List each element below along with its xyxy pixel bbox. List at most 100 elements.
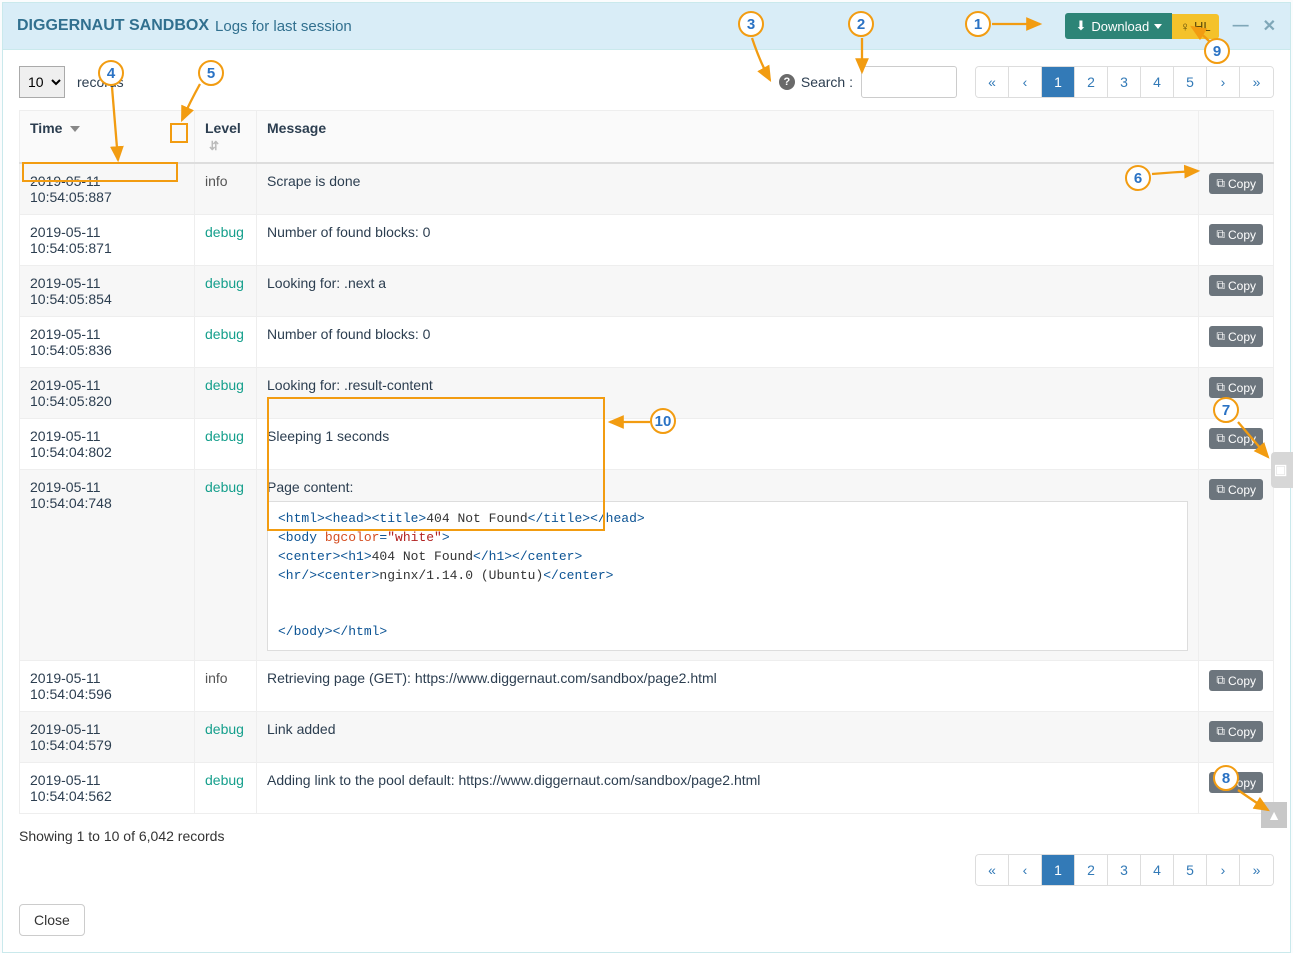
- cell-message: Scrape is done: [257, 163, 1199, 215]
- page-last[interactable]: »: [1240, 67, 1273, 97]
- page-prev[interactable]: ‹: [1009, 67, 1042, 97]
- page-next[interactable]: ›: [1207, 855, 1240, 885]
- side-handle[interactable]: ▣: [1271, 452, 1293, 488]
- page-2[interactable]: 2: [1075, 855, 1108, 885]
- copy-button[interactable]: ⧉ Copy: [1209, 275, 1263, 296]
- copy-button[interactable]: ⧉ Copy: [1209, 479, 1263, 500]
- copy-button[interactable]: ⧉ Copy: [1209, 428, 1263, 449]
- page-next[interactable]: ›: [1207, 67, 1240, 97]
- cell-message: Link added: [257, 712, 1199, 763]
- annotation-3: 3: [738, 11, 764, 37]
- download-label: Download: [1091, 19, 1149, 34]
- copy-icon: ⧉: [1216, 724, 1225, 739]
- records-per-page-select[interactable]: 10: [19, 66, 65, 98]
- col-time[interactable]: Time: [20, 111, 195, 164]
- annotation-7: 7: [1213, 397, 1239, 423]
- app-subtitle: Logs for last session: [215, 18, 352, 35]
- annotation-6: 6: [1125, 165, 1151, 191]
- copy-button[interactable]: ⧉ Copy: [1209, 326, 1263, 347]
- page-3[interactable]: 3: [1108, 67, 1141, 97]
- annotation-2: 2: [848, 11, 874, 37]
- cell-message: Adding link to the pool default: https:/…: [257, 763, 1199, 814]
- minimize-icon[interactable]: —: [1233, 17, 1249, 35]
- cell-time: 2019-05-11 10:54:05:820: [20, 368, 195, 419]
- annotation-9: 9: [1204, 38, 1230, 64]
- page-2[interactable]: 2: [1075, 67, 1108, 97]
- close-icon[interactable]: ✕: [1263, 16, 1276, 36]
- page-first[interactable]: «: [976, 67, 1009, 97]
- sort-icon: [209, 137, 219, 153]
- page-1[interactable]: 1: [1042, 855, 1075, 885]
- table-row: 2019-05-11 10:54:04:579debugLink added⧉ …: [20, 712, 1274, 763]
- bulb-icon: ♀: [1180, 19, 1190, 34]
- col-actions: [1199, 111, 1274, 164]
- panel-header: DIGGERNAUT SANDBOX Logs for last session…: [3, 3, 1290, 50]
- table-row: 2019-05-11 10:54:04:596infoRetrieving pa…: [20, 661, 1274, 712]
- col-message[interactable]: Message: [257, 111, 1199, 164]
- download-icon: ⬇: [1075, 18, 1086, 34]
- log-table: Time Level Message 2019-05-11 10:54:05:8…: [19, 110, 1274, 814]
- page-1[interactable]: 1: [1042, 67, 1075, 97]
- pagination-top: « ‹ 1 2 3 4 5 › »: [975, 66, 1274, 98]
- page-5[interactable]: 5: [1174, 855, 1207, 885]
- page-5[interactable]: 5: [1174, 67, 1207, 97]
- cell-level: info: [195, 163, 257, 215]
- table-row: 2019-05-11 10:54:05:820debugLooking for:…: [20, 368, 1274, 419]
- page-4[interactable]: 4: [1141, 67, 1174, 97]
- cell-message: Number of found blocks: 0: [257, 317, 1199, 368]
- copy-icon: ⧉: [1216, 380, 1225, 395]
- code-block: <html><head><title>404 Not Found</title>…: [267, 501, 1188, 651]
- table-row: 2019-05-11 10:54:04:562debugAdding link …: [20, 763, 1274, 814]
- cell-level: debug: [195, 317, 257, 368]
- search-label: Search :: [801, 74, 853, 90]
- chevron-down-icon: [1154, 24, 1162, 29]
- page-last[interactable]: »: [1240, 855, 1273, 885]
- cell-level: debug: [195, 368, 257, 419]
- hl-label: HL: [1194, 19, 1211, 34]
- download-button[interactable]: ⬇ Download: [1065, 13, 1172, 39]
- table-row: 2019-05-11 10:54:05:871debugNumber of fo…: [20, 215, 1274, 266]
- copy-icon: ⧉: [1216, 227, 1225, 242]
- help-icon[interactable]: ?: [779, 74, 795, 90]
- records-info: Showing 1 to 10 of 6,042 records: [19, 828, 1274, 844]
- cell-time: 2019-05-11 10:54:04:562: [20, 763, 195, 814]
- page-first[interactable]: «: [976, 855, 1009, 885]
- copy-button[interactable]: ⧉ Copy: [1209, 173, 1263, 194]
- page-4[interactable]: 4: [1141, 855, 1174, 885]
- page-prev[interactable]: ‹: [1009, 855, 1042, 885]
- annotation-5: 5: [198, 60, 224, 86]
- copy-icon: ⧉: [1216, 673, 1225, 688]
- highlight-button[interactable]: ♀ HL: [1172, 14, 1218, 39]
- cell-level: debug: [195, 419, 257, 470]
- scroll-top-button[interactable]: ▲: [1261, 802, 1287, 828]
- cell-time: 2019-05-11 10:54:04:802: [20, 419, 195, 470]
- copy-button[interactable]: ⧉ Copy: [1209, 377, 1263, 398]
- cell-message: Retrieving page (GET): https://www.digge…: [257, 661, 1199, 712]
- cell-level: debug: [195, 763, 257, 814]
- cell-time: 2019-05-11 10:54:05:871: [20, 215, 195, 266]
- copy-icon: ⧉: [1216, 482, 1225, 497]
- cell-message: Sleeping 1 seconds: [257, 419, 1199, 470]
- cell-message: Looking for: .next a: [257, 266, 1199, 317]
- cell-message: Looking for: .result-content: [257, 368, 1199, 419]
- search-input[interactable]: [861, 66, 957, 98]
- copy-icon: ⧉: [1216, 176, 1225, 191]
- table-row: 2019-05-11 10:54:05:854debugLooking for:…: [20, 266, 1274, 317]
- copy-icon: ⧉: [1216, 329, 1225, 344]
- table-row: 2019-05-11 10:54:05:887infoScrape is don…: [20, 163, 1274, 215]
- cell-time: 2019-05-11 10:54:05:854: [20, 266, 195, 317]
- cell-level: debug: [195, 712, 257, 763]
- copy-button[interactable]: ⧉ Copy: [1209, 224, 1263, 245]
- cell-level: debug: [195, 266, 257, 317]
- page-3[interactable]: 3: [1108, 855, 1141, 885]
- cell-time: 2019-05-11 10:54:04:596: [20, 661, 195, 712]
- copy-button[interactable]: ⧉ Copy: [1209, 670, 1263, 691]
- annotation-1: 1: [965, 11, 991, 37]
- col-level[interactable]: Level: [195, 111, 257, 164]
- close-button[interactable]: Close: [19, 904, 85, 936]
- cell-time: 2019-05-11 10:54:04:748: [20, 470, 195, 661]
- cell-time: 2019-05-11 10:54:05:887: [20, 163, 195, 215]
- copy-button[interactable]: ⧉ Copy: [1209, 721, 1263, 742]
- cell-level: info: [195, 661, 257, 712]
- table-row: 2019-05-11 10:54:04:802debugSleeping 1 s…: [20, 419, 1274, 470]
